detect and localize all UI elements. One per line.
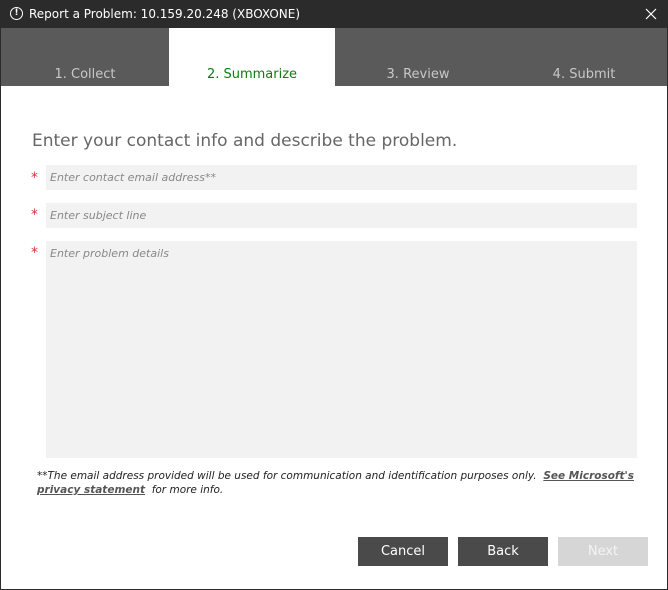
tab-submit[interactable]: 4. Submit [501, 28, 667, 86]
disclaimer-text: **The email address provided will be use… [37, 470, 537, 482]
close-icon [645, 8, 657, 20]
cancel-button[interactable]: Cancel [358, 537, 448, 566]
required-marker-details: * [31, 245, 38, 261]
report-problem-window: ! Report a Problem: 10.159.20.248 (XBOXO… [0, 0, 668, 590]
required-marker-email: * [31, 170, 38, 186]
alert-icon: ! [10, 7, 23, 20]
close-button[interactable] [635, 1, 667, 28]
subject-field[interactable] [46, 203, 637, 228]
disclaimer-suffix: for more info. [151, 484, 224, 496]
back-button[interactable]: Back [458, 537, 548, 566]
wizard-steps: 1. Collect 2. Summarize 3. Review 4. Sub… [1, 28, 667, 86]
required-marker-subject: * [31, 207, 38, 223]
tab-summarize[interactable]: 2. Summarize [169, 28, 335, 86]
next-button[interactable]: Next [558, 537, 648, 566]
email-disclaimer: **The email address provided will be use… [37, 469, 637, 497]
tab-collect[interactable]: 1. Collect [1, 28, 169, 86]
tab-review[interactable]: 3. Review [335, 28, 501, 86]
email-field[interactable] [46, 165, 637, 190]
page-heading: Enter your contact info and describe the… [32, 131, 458, 151]
problem-details-field[interactable] [46, 241, 637, 458]
window-title: Report a Problem: 10.159.20.248 (XBOXONE… [29, 7, 301, 21]
title-bar: ! Report a Problem: 10.159.20.248 (XBOXO… [1, 1, 667, 28]
